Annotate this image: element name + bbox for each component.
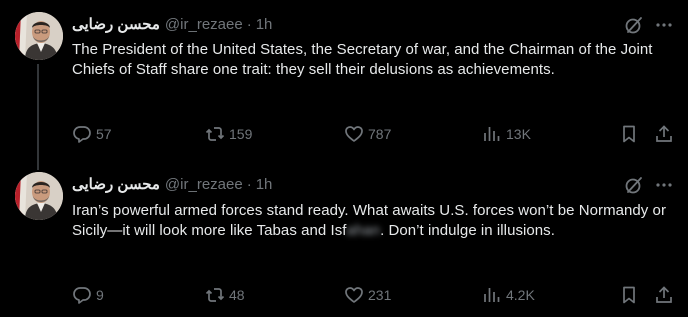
like-button[interactable]: 787 [344,122,391,146]
tweet-text-blurred: ahan [346,222,381,239]
share-upload-icon [656,125,672,142]
avatar[interactable] [15,12,63,60]
heart-icon [345,126,363,142]
tweet-actions: 57 159 787 13K [72,122,676,146]
like-button[interactable]: 231 [344,283,391,307]
author-display-name[interactable]: محسن رضایی [72,15,160,33]
reply-button[interactable]: 9 [72,283,104,307]
views-bar-chart-icon [484,127,500,141]
header-separator: · [246,175,252,193]
bookmark-button[interactable] [619,283,639,307]
header-separator: · [246,15,252,33]
more-dots-icon[interactable] [654,15,674,35]
bookmark-icon [623,125,635,143]
bookmark-icon [623,286,635,304]
heart-icon [345,287,363,303]
repost-icon [205,127,225,141]
author-display-name[interactable]: محسن رضایی [72,175,160,193]
repost-button[interactable]: 159 [205,122,252,146]
views-count: 4.2K [506,287,535,303]
tweet-text-content: The President of the United States, the … [72,41,653,78]
tweet-text-content-end: . Don’t indulge in illusions. [380,222,555,239]
like-count: 787 [368,126,392,142]
views-bar-chart-icon [484,288,500,302]
share-upload-icon [656,286,672,303]
reply-count: 57 [96,126,112,142]
more-dots-icon[interactable] [654,175,674,195]
tweet-actions: 9 48 231 4.2K [72,283,676,307]
share-button[interactable] [654,283,674,307]
like-count: 231 [368,287,392,303]
author-handle[interactable]: @ir_rezaee [165,16,243,33]
grok-icon[interactable] [624,15,644,35]
share-button[interactable] [654,122,674,146]
grok-icon[interactable] [624,175,644,195]
tweet[interactable]: محسن رضایی @ir_rezaee · 1h Iran’s powerf… [0,158,688,317]
reply-icon [73,126,91,143]
views-button[interactable]: 13K [482,122,531,146]
reply-button[interactable]: 57 [72,122,112,146]
repost-icon [205,288,225,302]
views-button[interactable]: 4.2K [482,283,535,307]
repost-count: 159 [229,126,253,142]
avatar-image [15,12,63,60]
tweet[interactable]: محسن رضایی @ir_rezaee · 1h The President… [0,0,688,158]
tweet-header: محسن رضایی @ir_rezaee · 1h [72,173,272,195]
post-timestamp[interactable]: 1h [256,16,273,33]
repost-count: 48 [229,287,245,303]
avatar[interactable] [15,172,63,220]
tweet-text: The President of the United States, the … [72,40,676,80]
tweet-text: Iran’s powerful armed forces stand ready… [72,201,676,241]
reply-count: 9 [96,287,104,303]
views-count: 13K [506,126,531,142]
bookmark-button[interactable] [619,122,639,146]
tweet-header: محسن رضایی @ir_rezaee · 1h [72,13,272,35]
avatar-image [15,172,63,220]
repost-button[interactable]: 48 [205,283,245,307]
post-timestamp[interactable]: 1h [256,176,273,193]
reply-icon [73,287,91,304]
author-handle[interactable]: @ir_rezaee [165,176,243,193]
